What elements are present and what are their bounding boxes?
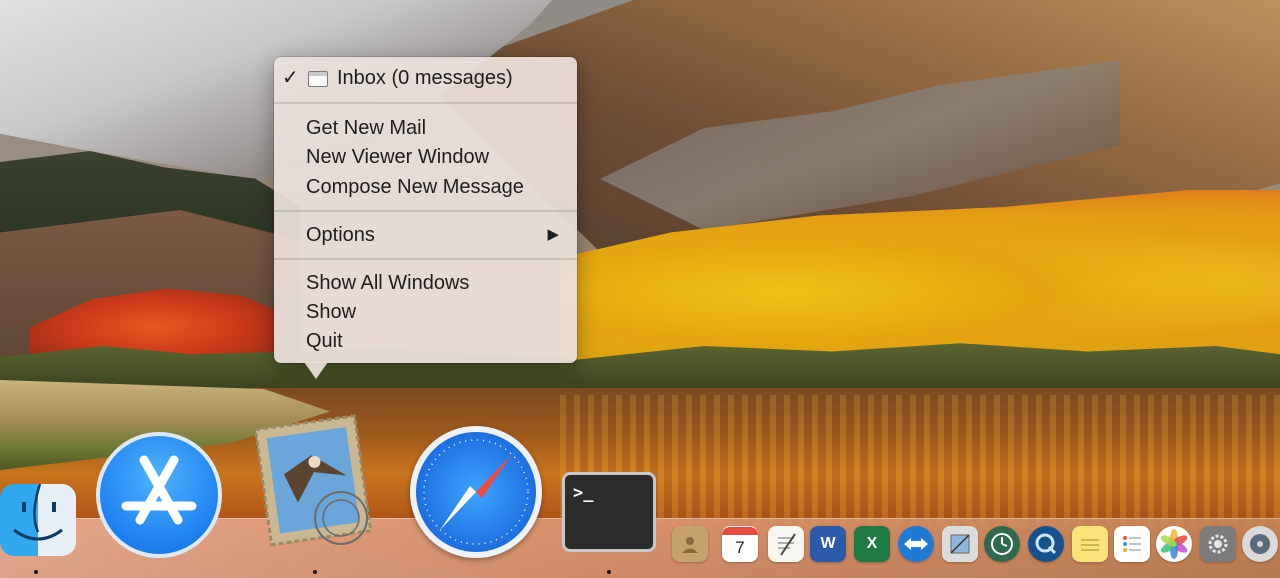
teamviewer-icon[interactable]: [898, 526, 934, 562]
safari-compass-glyph: [423, 439, 529, 545]
menu-item-label: Show All Windows: [306, 272, 470, 294]
menu-item-label: Get New Mail: [306, 117, 427, 139]
menu-item-new-viewer-window[interactable]: New Viewer Window: [274, 143, 577, 171]
mail-running-indicator: [313, 570, 317, 574]
photos-icon[interactable]: [1156, 526, 1192, 562]
menu-item-show-all-windows[interactable]: Show All Windows: [274, 269, 577, 297]
app-store-icon[interactable]: [96, 432, 222, 558]
submenu-arrow-icon: ▶: [547, 226, 559, 243]
menu-item-label: Show: [306, 301, 357, 323]
menu-item-label: Compose New Message: [306, 176, 524, 198]
menu-item-inbox-label: Inbox (0 messages): [337, 67, 513, 89]
finder-face: [13, 484, 63, 541]
textedit-icon[interactable]: [768, 526, 804, 562]
menu-item-label: Quit: [306, 330, 343, 352]
menu-item-label: Options: [306, 224, 375, 246]
notes-icon[interactable]: [1072, 526, 1108, 562]
menu-item-get-new-mail[interactable]: Get New Mail: [274, 114, 577, 142]
time-machine-glyph: [991, 533, 1013, 555]
mail-icon[interactable]: [253, 410, 375, 550]
menu-item-show[interactable]: Show: [274, 298, 577, 326]
calendar-icon[interactable]: 7: [722, 526, 758, 562]
preview-glyph: [950, 534, 970, 554]
terminal-running-indicator: [607, 570, 611, 574]
disk-utility-icon[interactable]: [1242, 526, 1278, 562]
word-letter: W: [820, 535, 836, 552]
textedit-glyph: [778, 533, 796, 556]
finder-running-indicator: [34, 570, 38, 574]
teamviewer-glyph: [904, 538, 928, 550]
reminders-glyph: [1123, 536, 1141, 552]
menu-item-quit[interactable]: Quit: [274, 327, 577, 355]
gear-icon: [1208, 534, 1228, 554]
menu-separator: [274, 102, 577, 104]
finder-icon[interactable]: [0, 484, 76, 556]
mail-stamp-glyph: [253, 414, 373, 547]
notes-glyph: [1081, 539, 1099, 551]
contacts-icon[interactable]: [672, 526, 708, 562]
menu-item-label: New Viewer Window: [306, 146, 490, 168]
calendar-day: 7: [735, 538, 745, 557]
menu-item-compose-new-message[interactable]: Compose New Message: [274, 173, 577, 201]
menu-pointer: [304, 362, 328, 379]
mail-dock-context-menu: ✓ Inbox (0 messages) Get New Mail New Vi…: [274, 57, 577, 363]
quicktime-glyph: [1035, 533, 1057, 555]
word-icon[interactable]: W: [810, 526, 846, 562]
checkmark-icon: ✓: [282, 67, 299, 89]
safari-icon[interactable]: [410, 426, 542, 558]
contacts-glyph: [682, 537, 698, 553]
system-preferences-icon[interactable]: [1200, 526, 1236, 562]
excel-letter: X: [866, 535, 878, 552]
terminal-prompt-text: >_: [573, 483, 594, 503]
photos-glyph: [1160, 529, 1188, 559]
terminal-icon[interactable]: >_: [562, 472, 656, 552]
time-machine-icon[interactable]: [984, 526, 1020, 562]
menu-item-options[interactable]: Options ▶: [274, 221, 577, 249]
menu-separator: [274, 210, 577, 212]
calendar-header: [722, 527, 758, 535]
excel-icon[interactable]: X: [854, 526, 890, 562]
lake-reflection: [560, 395, 1280, 525]
reminders-icon[interactable]: [1114, 526, 1150, 562]
preview-icon[interactable]: [942, 526, 978, 562]
disk-utility-glyph: [1250, 534, 1270, 554]
window-icon: [308, 71, 328, 87]
quicktime-icon[interactable]: [1028, 526, 1064, 562]
app-store-glyph: [121, 455, 197, 525]
menu-separator: [274, 258, 577, 260]
menu-item-inbox[interactable]: ✓ Inbox (0 messages): [274, 64, 577, 92]
